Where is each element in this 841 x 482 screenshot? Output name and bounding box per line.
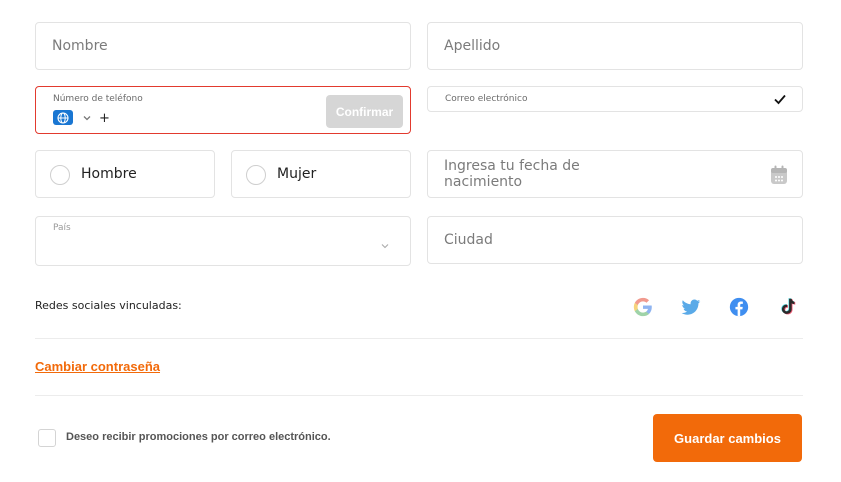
change-password-link[interactable]: Cambiar contraseña xyxy=(35,359,160,374)
phone-prefix: + xyxy=(99,111,110,126)
twitter-icon[interactable] xyxy=(679,295,703,319)
divider xyxy=(35,395,803,396)
facebook-icon[interactable] xyxy=(727,295,751,319)
divider xyxy=(35,338,803,339)
confirm-phone-button[interactable]: Confirmar xyxy=(326,95,403,128)
birthdate-placeholder: Ingresa tu fecha de nacimiento xyxy=(444,158,580,190)
city-placeholder: Ciudad xyxy=(444,232,493,248)
country-select[interactable]: País xyxy=(35,216,411,266)
globe-icon[interactable] xyxy=(53,110,73,125)
linked-social-label: Redes sociales vinculadas: xyxy=(35,299,182,312)
city-input[interactable]: Ciudad xyxy=(427,216,803,264)
tiktok-icon[interactable] xyxy=(775,295,799,319)
calendar-icon[interactable] xyxy=(770,165,788,190)
email-field[interactable]: Correo electrónico xyxy=(427,86,803,112)
phone-field[interactable]: Número de teléfono + Confirmar xyxy=(35,86,411,134)
radio-mujer[interactable] xyxy=(246,165,266,185)
last-name-input[interactable]: Apellido xyxy=(427,22,803,70)
gender-option-hombre[interactable]: Hombre xyxy=(35,150,215,198)
radio-hombre[interactable] xyxy=(50,165,70,185)
save-changes-button[interactable]: Guardar cambios xyxy=(653,414,802,462)
country-code-chevron-down-icon[interactable] xyxy=(82,110,92,128)
phone-label: Número de teléfono xyxy=(53,94,143,104)
gender-label-hombre: Hombre xyxy=(81,166,137,182)
gender-label-mujer: Mujer xyxy=(277,166,317,182)
google-icon[interactable] xyxy=(631,295,655,319)
last-name-placeholder: Apellido xyxy=(444,38,501,54)
chevron-down-icon xyxy=(380,238,390,256)
checkmark-icon xyxy=(773,92,787,111)
gender-option-mujer[interactable]: Mujer xyxy=(231,150,411,198)
promotions-checkbox[interactable] xyxy=(38,429,56,447)
first-name-placeholder: Nombre xyxy=(52,38,108,54)
country-label: País xyxy=(53,223,71,233)
email-label: Correo electrónico xyxy=(445,94,528,104)
birthdate-input[interactable]: Ingresa tu fecha de nacimiento xyxy=(427,150,803,198)
promotions-label: Deseo recibir promociones por correo ele… xyxy=(66,431,331,443)
first-name-input[interactable]: Nombre xyxy=(35,22,411,70)
